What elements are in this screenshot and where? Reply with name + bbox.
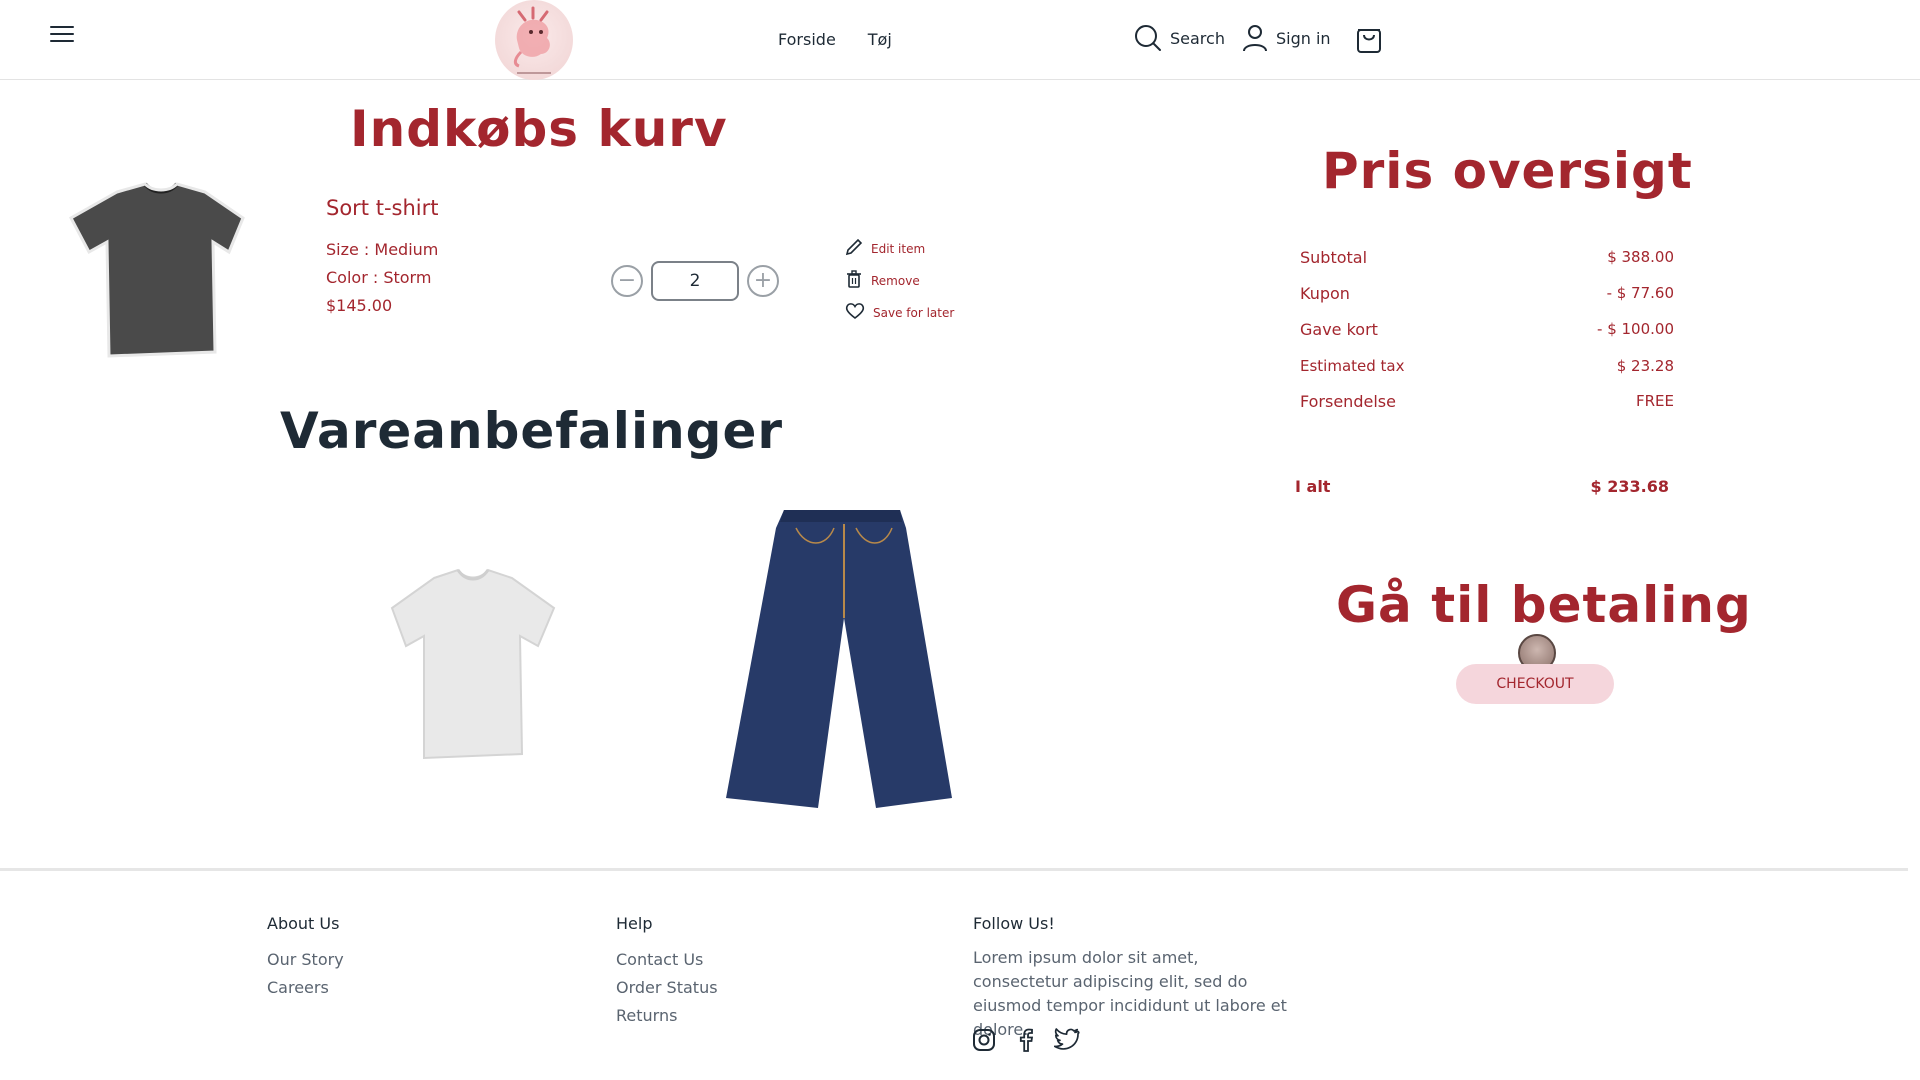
nav-item-forside[interactable]: Forside	[778, 30, 836, 49]
shopping-bag-icon	[1355, 24, 1383, 54]
product-image-tshirt[interactable]	[65, 180, 255, 360]
price-value: - $ 77.60	[1606, 284, 1674, 302]
footer-help-title: Help	[616, 914, 653, 933]
signin-button[interactable]: Sign in	[1242, 24, 1331, 52]
recommendation-item-white-tshirt[interactable]	[388, 568, 558, 768]
price-value: $ 23.28	[1616, 357, 1674, 375]
footer-link-order-status[interactable]: Order Status	[616, 978, 718, 997]
minus-icon: −	[617, 268, 637, 293]
brand-logo[interactable]	[495, 0, 573, 80]
price-label: Forsendelse	[1300, 392, 1396, 411]
menu-icon[interactable]	[50, 26, 74, 44]
pencil-icon	[845, 238, 863, 259]
footer-follow-title: Follow Us!	[973, 914, 1055, 933]
search-label: Search	[1170, 28, 1225, 48]
price-row-coupon: Kupon - $ 77.60	[1300, 284, 1674, 303]
price-row-subtotal: Subtotal $ 388.00	[1300, 248, 1674, 267]
trash-icon	[845, 270, 863, 291]
footer-divider	[0, 868, 1908, 871]
footer-link-contact-us[interactable]: Contact Us	[616, 950, 703, 969]
user-icon	[1242, 24, 1268, 52]
total-label: I alt	[1295, 477, 1331, 496]
total-value: $ 233.68	[1590, 477, 1669, 496]
search-icon	[1134, 24, 1162, 52]
price-value: $ 388.00	[1607, 248, 1674, 266]
product-price: $145.00	[326, 296, 393, 315]
save-for-later-button[interactable]: Save for later	[845, 302, 954, 323]
search-button[interactable]: Search	[1134, 24, 1225, 52]
edit-item-label: Edit item	[871, 241, 926, 256]
signin-label: Sign in	[1276, 28, 1331, 48]
recommendation-item-jeans[interactable]	[726, 508, 952, 812]
quantity-decrease-button[interactable]: −	[611, 265, 643, 297]
recommendations-heading: Vareanbefalinger	[280, 402, 784, 460]
price-label: Kupon	[1300, 284, 1350, 303]
quantity-input[interactable]	[651, 261, 739, 301]
twitter-icon[interactable]	[1053, 1028, 1080, 1056]
product-name[interactable]: Sort t-shirt	[326, 196, 439, 220]
product-size: Size : Medium	[326, 240, 439, 259]
price-row-estimated-tax: Estimated tax $ 23.28	[1300, 357, 1674, 375]
site-header: Forside Tøj Search Sign in	[0, 0, 1920, 80]
price-label: Estimated tax	[1300, 357, 1405, 375]
price-row-shipping: Forsendelse FREE	[1300, 392, 1674, 411]
save-for-later-label: Save for later	[873, 305, 955, 320]
price-label: Subtotal	[1300, 248, 1368, 267]
footer-link-our-story[interactable]: Our Story	[267, 950, 344, 969]
plus-icon: +	[753, 268, 773, 293]
edit-item-button[interactable]: Edit item	[845, 238, 925, 259]
price-row-gift-card: Gave kort - $ 100.00	[1300, 320, 1674, 339]
quantity-increase-button[interactable]: +	[747, 265, 779, 297]
main-nav: Forside Tøj	[778, 30, 892, 49]
price-value: - $ 100.00	[1597, 320, 1674, 338]
nav-item-toj[interactable]: Tøj	[868, 30, 892, 49]
remove-item-button[interactable]: Remove	[845, 270, 920, 291]
price-value: FREE	[1635, 392, 1674, 410]
product-color: Color : Storm	[326, 268, 432, 287]
footer-link-careers[interactable]: Careers	[267, 978, 329, 997]
heart-icon	[845, 302, 865, 323]
checkout-button[interactable]: CHECKOUT	[1456, 664, 1614, 704]
payment-heading: Gå til betaling	[1336, 576, 1752, 634]
price-label: Gave kort	[1300, 320, 1378, 339]
footer-about-title: About Us	[267, 914, 340, 933]
price-overview-heading: Pris oversigt	[1322, 142, 1693, 200]
facebook-icon[interactable]	[1014, 1028, 1038, 1056]
cart-button[interactable]	[1355, 24, 1383, 54]
footer-link-returns[interactable]: Returns	[616, 1006, 677, 1025]
remove-item-label: Remove	[871, 273, 920, 288]
instagram-icon[interactable]	[972, 1028, 996, 1056]
price-row-total: I alt $ 233.68	[1295, 477, 1669, 496]
cart-heading: Indkøbs kurv	[350, 100, 728, 158]
